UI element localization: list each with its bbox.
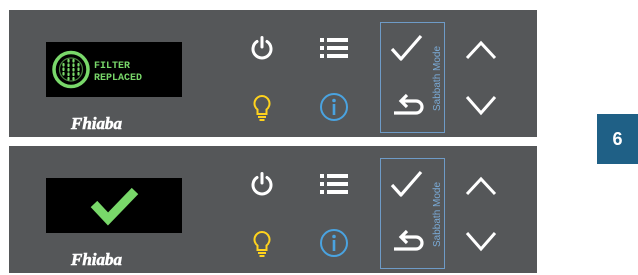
checkmark-icon[interactable] — [389, 168, 424, 200]
back-arrow-icon[interactable] — [390, 92, 424, 122]
checkmark-icon — [90, 187, 139, 226]
info-icon[interactable] — [319, 228, 349, 258]
display-line-2: REPLACED — [94, 73, 142, 84]
sabbath-mode-label: Sabbath Mode — [432, 45, 443, 111]
display-line-1: FILTER — [94, 61, 130, 72]
display-screen: FILTER REPLACED — [46, 42, 182, 97]
control-panel-confirmed: Fhiaba Sabbath Mode — [9, 146, 537, 273]
chevron-up-icon[interactable] — [465, 176, 497, 196]
light-bulb-icon[interactable] — [252, 230, 272, 259]
light-bulb-icon[interactable] — [252, 94, 272, 123]
sabbath-mode-label: Sabbath Mode — [432, 181, 443, 247]
brand-logo: Fhiaba — [71, 250, 123, 270]
info-icon[interactable] — [319, 92, 349, 122]
brand-logo: Fhiaba — [71, 114, 123, 134]
chevron-down-icon[interactable] — [465, 230, 497, 252]
power-icon[interactable] — [249, 171, 275, 197]
display-screen — [46, 178, 182, 233]
back-arrow-icon[interactable] — [390, 228, 424, 258]
filter-icon: FILTER REPLACED — [52, 50, 142, 89]
menu-icon[interactable] — [319, 37, 349, 59]
menu-icon[interactable] — [319, 173, 349, 195]
control-panel-filter-replaced: FILTER REPLACED Fhiaba Sabbath Mode — [9, 10, 537, 137]
checkmark-icon[interactable] — [389, 32, 424, 64]
power-icon[interactable] — [249, 35, 275, 61]
chevron-down-icon[interactable] — [465, 94, 497, 116]
chevron-up-icon[interactable] — [465, 40, 497, 60]
step-number-badge: 6 — [597, 114, 638, 164]
